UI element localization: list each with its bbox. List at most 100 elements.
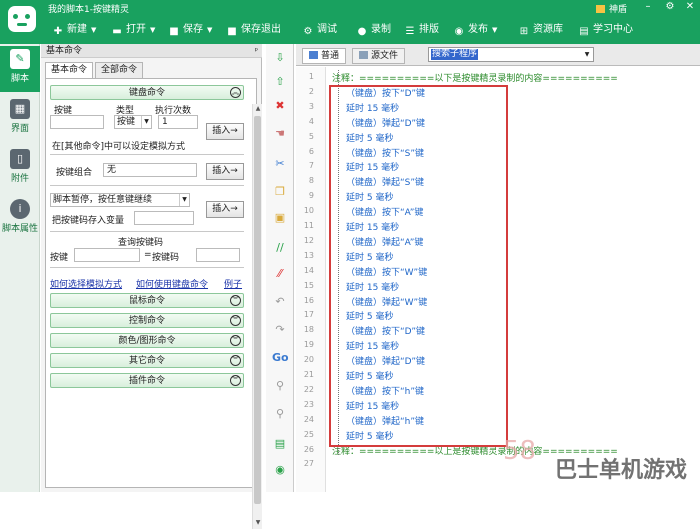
- pin-icon[interactable]: ᵖ: [255, 44, 258, 58]
- user-badge[interactable]: 神盾: [596, 2, 627, 15]
- code-line[interactable]: 延时 15 毫秒: [346, 399, 399, 412]
- view-icon[interactable]: ◉: [272, 462, 288, 478]
- publish-button[interactable]: ◉ 发布 ▼: [453, 23, 498, 37]
- hand-icon[interactable]: ☚: [272, 126, 288, 142]
- nav-item-attachment[interactable]: ▯ 附件: [0, 146, 40, 192]
- link-sim-mode[interactable]: 如何选择模拟方式: [50, 277, 122, 290]
- nav-item-script-properties[interactable]: i 脚本属性: [0, 196, 40, 242]
- paste-icon[interactable]: ▣: [272, 210, 288, 226]
- control-commands-group[interactable]: 控制命令 ︾: [50, 313, 244, 328]
- code-line[interactable]: 延时 5 毫秒: [346, 309, 393, 322]
- keycode-var-input[interactable]: [134, 211, 194, 225]
- code-line[interactable]: （键盘）按下“D”键: [346, 86, 425, 99]
- link-example[interactable]: 例子: [224, 277, 242, 290]
- new-button[interactable]: ✚ 新建 ▼: [52, 23, 97, 37]
- key-type-select[interactable]: 按键 ▼: [114, 115, 152, 129]
- code-line[interactable]: 延时 5 毫秒: [346, 250, 393, 263]
- left-nav: ✎ 脚本 ▦ 界面 ▯ 附件 i 脚本属性: [0, 44, 40, 492]
- code-line[interactable]: 延时 5 毫秒: [346, 190, 393, 203]
- minimize-button[interactable]: –: [642, 1, 654, 13]
- goto-icon[interactable]: Go: [272, 350, 289, 366]
- code-line[interactable]: 延时 15 毫秒: [346, 280, 399, 293]
- insert-pause-button[interactable]: 插入→: [206, 201, 244, 218]
- code-line[interactable]: 延时 5 毫秒: [346, 429, 393, 442]
- code-line[interactable]: （键盘）弹起“D”键: [346, 116, 425, 129]
- layout-icon[interactable]: ▤: [272, 436, 288, 452]
- code-line[interactable]: （键盘）弹起“S”键: [346, 175, 424, 188]
- plus-icon: ✚: [53, 26, 63, 37]
- keyboard-commands-group[interactable]: 键盘命令 ︽: [50, 85, 244, 100]
- script-editor[interactable]: 1 2 3 4 5 6 7 8 9 10 11 12 13 14 15 16 17 18 19 20 21 22 23 24 2…: [296, 67, 700, 492]
- line-number: 21: [303, 370, 314, 379]
- delete-icon[interactable]: ✖: [272, 98, 288, 114]
- code-line[interactable]: （键盘）弹起“W”键: [346, 295, 427, 308]
- subroutine-search-select[interactable]: 搜索子程序 ▼: [428, 47, 594, 62]
- code-line[interactable]: （键盘）弹起“h”键: [346, 414, 424, 427]
- app-logo: [2, 0, 42, 44]
- code-line[interactable]: 延时 5 毫秒: [346, 369, 393, 382]
- move-down-icon[interactable]: ⇩: [272, 50, 288, 66]
- tab-source-file[interactable]: 源文件: [352, 48, 406, 64]
- settings-icon[interactable]: ⚙: [664, 1, 676, 13]
- chevron-down-icon: ▼: [492, 26, 498, 34]
- other-commands-group[interactable]: 其它命令 ︾: [50, 353, 244, 368]
- mouse-commands-group[interactable]: 鼠标命令 ︾: [50, 293, 244, 308]
- close-button[interactable]: ✕: [684, 1, 696, 13]
- code-line[interactable]: （键盘）弹起“A”键: [346, 235, 423, 248]
- move-up-icon[interactable]: ⇧: [272, 74, 288, 90]
- insert-combo-button[interactable]: 插入→: [206, 163, 244, 180]
- cut-icon[interactable]: ✂: [272, 156, 288, 172]
- find-icon[interactable]: ⚲: [272, 378, 288, 394]
- scroll-thumb[interactable]: [254, 116, 261, 504]
- learning-center-button[interactable]: ▤ 学习中心: [578, 23, 633, 37]
- key-combo-input[interactable]: 无: [103, 163, 197, 177]
- nav-item-ui[interactable]: ▦ 界面: [0, 96, 40, 142]
- tab-normal-view[interactable]: 普通: [302, 48, 347, 64]
- chevron-down-icon: ︾: [230, 355, 241, 366]
- code-line[interactable]: （键盘）弹起“D”键: [346, 354, 425, 367]
- layout-button[interactable]: ☰ 排版: [404, 23, 439, 37]
- code-line[interactable]: （键盘）按下“h”键: [346, 384, 424, 397]
- tab-basic-commands[interactable]: 基本命令: [45, 62, 94, 79]
- undo-icon[interactable]: ↶: [272, 294, 288, 310]
- code-line[interactable]: （键盘）按下“S”键: [346, 146, 424, 159]
- scroll-up-icon[interactable]: ▲: [253, 104, 263, 114]
- code-line[interactable]: 注释：==========以下是按键精灵录制的内容==========: [332, 71, 618, 84]
- nav-item-script[interactable]: ✎ 脚本: [0, 46, 40, 92]
- code-line[interactable]: （键盘）按下“W”键: [346, 265, 427, 278]
- query-key-input[interactable]: [74, 248, 140, 262]
- save-exit-button[interactable]: ■ 保存退出: [226, 23, 281, 37]
- tab-all-commands[interactable]: 全部命令: [95, 62, 144, 78]
- folder-icon: ▬: [112, 26, 122, 37]
- code-line[interactable]: （键盘）按下“A”键: [346, 205, 423, 218]
- save-button[interactable]: ■ 保存 ▼: [168, 23, 212, 37]
- line-number: 10: [303, 206, 314, 216]
- link-keyboard-usage[interactable]: 如何使用键盘命令: [136, 277, 208, 290]
- code-line[interactable]: 延时 15 毫秒: [346, 339, 399, 352]
- plugin-commands-group[interactable]: 插件命令 ︾: [50, 373, 244, 388]
- code-line[interactable]: 延时 15 毫秒: [346, 101, 399, 114]
- query-keycode-input[interactable]: [196, 248, 240, 262]
- debug-icon: ⚙: [303, 26, 313, 37]
- comment-icon[interactable]: //: [272, 240, 288, 256]
- code-line[interactable]: 延时 15 毫秒: [346, 220, 399, 233]
- insert-key-button[interactable]: 插入→: [206, 123, 244, 140]
- file-icon: [359, 51, 368, 59]
- replace-icon[interactable]: ⚲: [272, 406, 288, 422]
- key-input[interactable]: [50, 115, 104, 129]
- debug-button[interactable]: ⚙ 调试: [302, 23, 337, 37]
- copy-icon[interactable]: ❐: [272, 184, 288, 200]
- scroll-down-icon[interactable]: ▼: [253, 518, 263, 528]
- code-line[interactable]: （键盘）按下“D”键: [346, 324, 425, 337]
- code-line[interactable]: 延时 5 毫秒: [346, 131, 393, 144]
- record-button[interactable]: ● 录制: [356, 23, 391, 37]
- panel-scrollbar[interactable]: ▲ ▼: [252, 104, 262, 529]
- redo-icon[interactable]: ↷: [272, 322, 288, 338]
- pause-mode-select[interactable]: 脚本暂停，按任意键继续 ▼: [50, 193, 190, 207]
- open-button[interactable]: ▬ 打开 ▼: [111, 23, 155, 37]
- exec-count-input[interactable]: 1: [158, 115, 198, 129]
- resources-button[interactable]: ⊞ 资源库: [518, 23, 563, 37]
- code-line[interactable]: 延时 15 毫秒: [346, 160, 399, 173]
- color-graphics-commands-group[interactable]: 颜色/图形命令 ︾: [50, 333, 244, 348]
- uncomment-icon[interactable]: ⁄⁄: [272, 266, 288, 282]
